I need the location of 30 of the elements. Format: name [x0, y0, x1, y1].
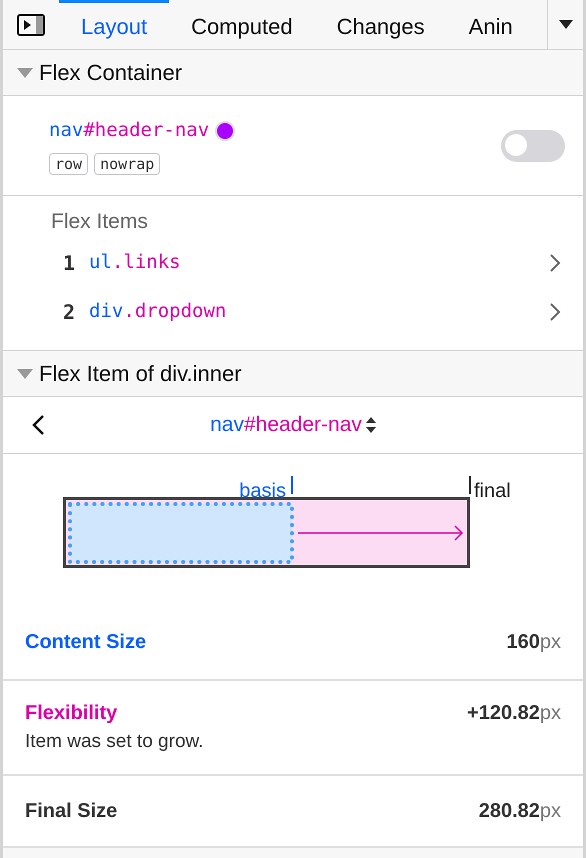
size-label: Content Size [25, 630, 146, 654]
toggle-switch[interactable] [501, 130, 565, 162]
element-selector[interactable]: nav#header-nav [49, 116, 210, 145]
tab[interactable]: Anin [446, 0, 513, 49]
list-heading: Flex Items [50, 209, 149, 235]
sort-arrows-icon[interactable] [366, 417, 376, 433]
size-label: Final Size [25, 799, 118, 824]
tab[interactable]: Changes [314, 0, 447, 49]
back-button[interactable] [31, 414, 45, 436]
collapse-triangle-icon[interactable] [17, 368, 33, 378]
basis-label: basis [239, 479, 286, 504]
section-header[interactable]: Flex Container [3, 50, 583, 96]
tab[interactable]: Computed [169, 0, 315, 49]
size-note: Item was set to grow. [25, 730, 204, 754]
chevron-right-icon [549, 302, 561, 322]
collapse-triangle-icon[interactable] [17, 68, 33, 78]
element-selector[interactable]: nav#header-nav [210, 409, 362, 441]
dropdown-caret-icon[interactable] [558, 20, 572, 29]
size-label: Flexibility [25, 701, 118, 726]
sidebar-toggle-icon[interactable] [17, 14, 45, 36]
tag-badge: nowrap [94, 152, 160, 175]
flex-item-row[interactable]: 1 ul.links [3, 238, 583, 287]
section-header[interactable]: Flex Item of div.inner [3, 351, 583, 397]
tag-badge: row [49, 152, 88, 175]
final-label: final [474, 479, 511, 504]
chevron-right-icon [549, 252, 561, 272]
size-value: 160px [506, 630, 561, 654]
size-value: +120.82px [467, 701, 561, 726]
size-value: 280.82px [478, 799, 561, 824]
flex-item-row[interactable]: 2 div.dropdown [3, 287, 583, 336]
